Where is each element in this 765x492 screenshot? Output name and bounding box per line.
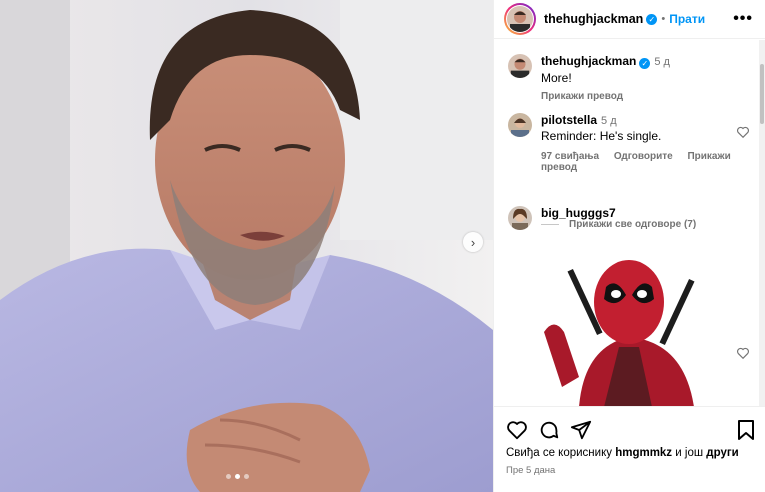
post-side-panel: thehughjackman ✓ • Прати ••• thehughjack… [493,0,765,492]
comment-text: Reminder: He's single. [541,129,662,143]
carousel-dots [226,474,249,479]
liked-by-others[interactable]: други [706,447,738,459]
caption-translate-link[interactable]: Прикажи превод [541,91,741,102]
caption-time[interactable]: 5 д [654,56,670,68]
comments-list: thehughjackman ✓ 5 д More! Прикажи превод … [494,40,760,406]
comment-likes[interactable]: 97 свиђања [541,151,599,162]
post-photo[interactable]: › [0,0,493,492]
verified-badge-icon: ✓ [646,13,658,25]
story-ring[interactable] [504,3,536,35]
carousel-dot-active [235,474,240,479]
carousel-dot [244,474,249,479]
verified-badge-icon: ✓ [639,58,651,69]
comment-author[interactable]: pilotstella [541,113,597,127]
post-actions: Свиђа се кориснику hmgmmkz и још други П… [494,406,765,492]
save-bookmark-icon[interactable] [736,419,756,441]
caption: thehughjackman ✓ 5 д More! Прикажи превод [508,54,754,114]
comment: pilotstella 5 д Reminder: He's single. 97… [508,113,754,173]
action-icons [506,419,592,441]
reply-button[interactable]: Одговорите [614,151,673,162]
share-paper-plane-icon[interactable] [570,419,592,441]
comment-author[interactable]: big_hugggs7 [541,206,616,220]
post-header: thehughjackman ✓ • Прати ••• [494,0,765,39]
caption-avatar[interactable] [508,54,532,78]
more-options-icon[interactable]: ••• [733,10,753,28]
comments-scrollbar[interactable] [759,40,765,406]
like-comment-heart-icon[interactable] [736,125,750,139]
author-username[interactable]: thehughjackman [544,12,643,26]
comment-meta: 97 свиђања Одговорите Прикажи превод [541,151,741,173]
commenter-avatar[interactable] [508,113,532,137]
author-avatar[interactable] [507,6,533,32]
separator-dot: • [661,13,666,25]
likes-middle: и још [675,447,704,459]
commenter-avatar[interactable] [508,206,532,230]
carousel-dot [226,474,231,479]
likes-summary: Свиђа се кориснику hmgmmkz и још други [506,447,739,459]
like-comment-heart-icon[interactable] [736,346,750,360]
like-heart-icon[interactable] [506,419,528,441]
comment-time[interactable]: 5 д [601,115,617,127]
comment-bubble-icon[interactable] [538,419,560,441]
caption-text: More! [541,71,572,85]
post-timestamp[interactable]: Пре 5 дана [506,465,555,476]
post-dialog: › thehughjackman ✓ • Прати ••• thehughja… [0,0,765,492]
follow-button[interactable]: Прати [669,12,705,26]
next-slide-button[interactable]: › [463,232,483,252]
photo-illustration [0,0,493,492]
liked-by-user[interactable]: hmgmmkz [615,447,672,459]
caption-author[interactable]: thehughjackman [541,54,636,68]
deadpool-sticker-icon [544,260,695,406]
likes-prefix: Свиђа се кориснику [506,447,612,459]
